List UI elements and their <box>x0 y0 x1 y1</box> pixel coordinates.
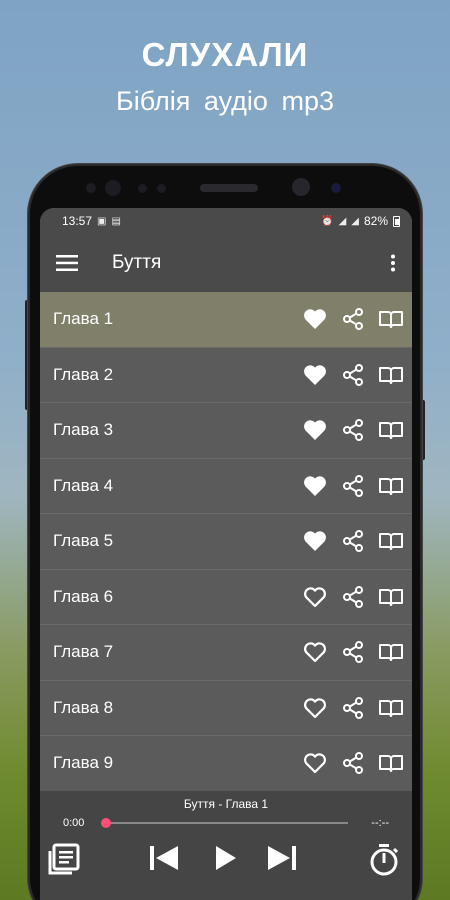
chapter-label: Глава 8 <box>53 697 114 717</box>
next-icon[interactable] <box>266 843 298 873</box>
chapter-row[interactable]: Глава 6 <box>40 569 412 625</box>
heart-filled-icon[interactable] <box>302 473 328 499</box>
promo-subtitle: Біблія аудіо mp3 <box>116 86 334 116</box>
playlist-icon[interactable] <box>47 843 81 875</box>
share-icon[interactable] <box>340 750 366 776</box>
chapter-list: Глава 1 Глава 2 Глава 3 Глава 4 Глава 5 Глава… <box>40 292 412 792</box>
previous-icon[interactable] <box>148 843 180 873</box>
heart-filled-icon[interactable] <box>302 362 328 388</box>
front-camera <box>292 178 310 196</box>
book-icon[interactable] <box>378 639 404 665</box>
audio-player: Буття - Глава 1 0:00 --:-- <box>40 791 412 900</box>
front-sensor <box>331 183 341 193</box>
image-notification-icon: ▣ <box>97 215 107 227</box>
chapter-label: Глава 4 <box>53 475 114 495</box>
seek-handle[interactable] <box>101 818 111 828</box>
signal-icon: ◢ <box>338 215 347 227</box>
status-bar: 13:57 ▣ ▤ ⏰ ◢ ◢ 82% <box>40 208 412 234</box>
share-icon[interactable] <box>340 417 366 443</box>
share-icon[interactable] <box>340 528 366 554</box>
book-icon[interactable] <box>378 695 404 721</box>
sleep-timer-icon[interactable] <box>367 843 401 877</box>
chapter-row[interactable]: Глава 1 <box>40 292 412 348</box>
heart-filled-icon[interactable] <box>302 528 328 554</box>
overflow-menu-icon[interactable] <box>390 254 396 272</box>
alarm-icon: ⏰ <box>321 215 334 227</box>
chapter-row[interactable]: Глава 2 <box>40 347 412 403</box>
chapter-row[interactable]: Глава 9 <box>40 736 412 792</box>
book-icon[interactable] <box>378 473 404 499</box>
book-icon[interactable] <box>378 750 404 776</box>
heart-filled-icon[interactable] <box>302 306 328 332</box>
track-title: Буття - Глава 1 <box>183 797 269 811</box>
book-icon[interactable] <box>378 584 404 610</box>
earpiece-speaker <box>200 184 258 192</box>
chapter-row[interactable]: Глава 8 <box>40 680 412 736</box>
chapter-label: Глава 6 <box>53 586 114 606</box>
page-title: Буття <box>112 252 162 273</box>
promo-title: СЛУХАЛИ <box>141 36 309 73</box>
chapter-label: Глава 7 <box>53 642 114 662</box>
front-sensor <box>157 184 166 193</box>
seek-bar[interactable] <box>101 818 348 828</box>
heart-outline-icon[interactable] <box>302 639 328 665</box>
status-time: 13:57 <box>62 214 93 228</box>
share-icon[interactable] <box>340 306 366 332</box>
duration-time: --:-- <box>371 817 389 829</box>
phone-power-button <box>420 400 425 460</box>
heart-outline-icon[interactable] <box>302 584 328 610</box>
battery-icon <box>393 215 400 227</box>
chapter-label: Глава 1 <box>53 309 114 329</box>
share-icon[interactable] <box>340 362 366 388</box>
chapter-row[interactable]: Глава 7 <box>40 625 412 681</box>
share-icon[interactable] <box>340 473 366 499</box>
chapter-label: Глава 2 <box>53 364 114 384</box>
chapter-label: Глава 3 <box>53 420 114 440</box>
front-sensor <box>105 180 121 196</box>
chapter-row[interactable]: Глава 3 <box>40 403 412 459</box>
phone-screen: 13:57 ▣ ▤ ⏰ ◢ ◢ 82% Буття Глава 1 Глава 2… <box>40 208 412 900</box>
heart-outline-icon[interactable] <box>302 695 328 721</box>
book-icon[interactable] <box>378 362 404 388</box>
battery-percent: 82% <box>363 214 388 228</box>
share-icon[interactable] <box>340 584 366 610</box>
play-icon[interactable] <box>212 843 238 873</box>
chapter-label: Глава 5 <box>53 531 114 551</box>
menu-icon[interactable] <box>56 255 78 271</box>
chapter-row[interactable]: Глава 4 <box>40 458 412 514</box>
book-icon[interactable] <box>378 417 404 443</box>
chapter-row[interactable]: Глава 5 <box>40 514 412 570</box>
book-icon[interactable] <box>378 306 404 332</box>
current-time: 0:00 <box>63 817 85 829</box>
chapter-label: Глава 9 <box>53 753 114 773</box>
share-icon[interactable] <box>340 695 366 721</box>
heart-filled-icon[interactable] <box>302 417 328 443</box>
heart-outline-icon[interactable] <box>302 750 328 776</box>
notification-icon: ▤ <box>111 215 121 227</box>
signal-icon: ◢ <box>351 215 359 227</box>
app-bar: Буття <box>40 234 412 292</box>
share-icon[interactable] <box>340 639 366 665</box>
front-sensor <box>138 184 147 193</box>
front-sensor <box>86 183 96 193</box>
book-icon[interactable] <box>378 528 404 554</box>
